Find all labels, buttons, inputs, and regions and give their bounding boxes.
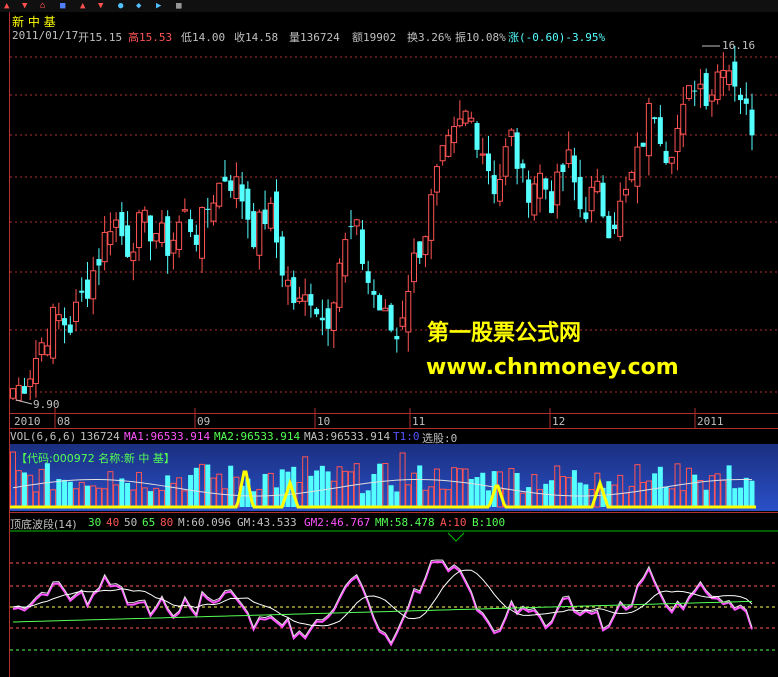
osc-gm2-line xyxy=(12,560,753,647)
osc-mm-line xyxy=(12,600,753,623)
oscillator-series xyxy=(12,559,753,647)
osc-m-line xyxy=(12,569,753,627)
osc-gm-line xyxy=(12,559,753,644)
